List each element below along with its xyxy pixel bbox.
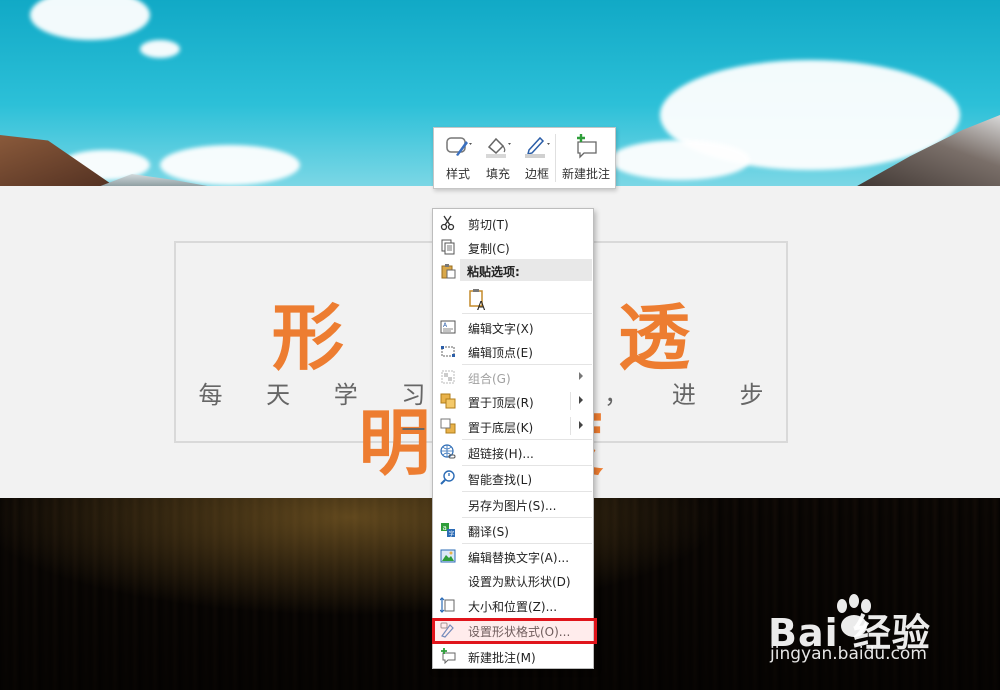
pen-outline-icon <box>523 133 551 159</box>
mini-toolbar: 样式 填充 边框 新建批注 <box>433 127 616 189</box>
submenu-arrow-icon[interactable] <box>579 396 583 404</box>
menu-item-set-default-shape[interactable]: 设置为默认形状(D) <box>434 568 593 592</box>
edit-text-icon: A <box>440 320 456 334</box>
new-comment-button[interactable]: 新建批注 <box>558 128 614 188</box>
menu-item-translate[interactable]: a 字 翻译(S) <box>434 518 593 542</box>
menu-item-group[interactable]: 组合(G) <box>434 365 593 389</box>
paste-options-header: 粘贴选项: <box>460 259 592 281</box>
fill-button[interactable]: 填充 <box>480 128 516 188</box>
baidu-watermark: Bai 经验 jingyan.baidu.com <box>768 592 988 672</box>
menu-item-bring-to-front[interactable]: 置于顶层(R) <box>434 389 593 413</box>
outline-button[interactable]: 边框 <box>519 128 555 188</box>
paste-icon <box>441 264 456 279</box>
bring-to-front-icon <box>440 393 456 409</box>
submenu-arrow-icon[interactable] <box>579 421 583 429</box>
watermark-url: jingyan.baidu.com <box>770 644 927 664</box>
menu-item-size-position[interactable]: 大小和位置(Z)... <box>434 593 593 617</box>
svg-text:字: 字 <box>449 530 455 538</box>
style-button[interactable]: 样式 <box>440 128 476 188</box>
alt-text-icon <box>440 549 456 563</box>
menu-item-edit-points[interactable]: 编辑顶点(E) <box>434 339 593 363</box>
new-comment-icon <box>441 648 456 664</box>
menu-item-new-comment[interactable]: 新建批注(M) <box>434 644 593 668</box>
menu-item-save-as-picture[interactable]: 另存为图片(S)... <box>434 492 593 516</box>
menu-item-cut[interactable]: 剪切(T) <box>434 211 593 235</box>
smart-lookup-icon <box>440 470 455 485</box>
size-position-icon <box>440 597 455 613</box>
menu-item-send-to-back[interactable]: 置于底层(K) <box>434 414 593 438</box>
menu-item-smart-lookup[interactable]: 智能查找(L) <box>434 466 593 490</box>
edit-points-icon <box>441 346 455 357</box>
copy-icon <box>441 239 455 255</box>
menu-item-edit-alt-text[interactable]: 编辑替换文字(A)... <box>434 544 593 568</box>
menu-item-copy[interactable]: 复制(C) <box>434 235 593 259</box>
group-icon <box>441 370 455 384</box>
send-to-back-icon <box>440 418 456 434</box>
menu-item-hyperlink[interactable]: 超链接(H)... <box>434 440 593 464</box>
hyperlink-icon <box>440 444 456 459</box>
toolbar-divider <box>555 134 556 182</box>
paste-text-only-icon: A <box>469 289 486 311</box>
submenu-arrow-icon <box>579 372 583 380</box>
paint-bucket-icon <box>484 133 512 159</box>
shape-style-icon <box>444 133 472 159</box>
scissors-icon <box>440 215 455 231</box>
svg-text:A: A <box>477 299 486 311</box>
translate-icon: a 字 <box>441 523 455 538</box>
paste-keep-text-only[interactable]: A <box>434 286 593 314</box>
highlight-box <box>432 618 597 644</box>
menu-item-edit-text[interactable]: A 编辑文字(X) <box>434 315 593 339</box>
context-menu: 剪切(T) 复制(C) 粘贴选项: A A 编辑文字(X) 编辑顶点(E) 组合… <box>432 208 594 669</box>
new-comment-icon <box>572 133 600 159</box>
svg-text:a: a <box>443 524 447 532</box>
